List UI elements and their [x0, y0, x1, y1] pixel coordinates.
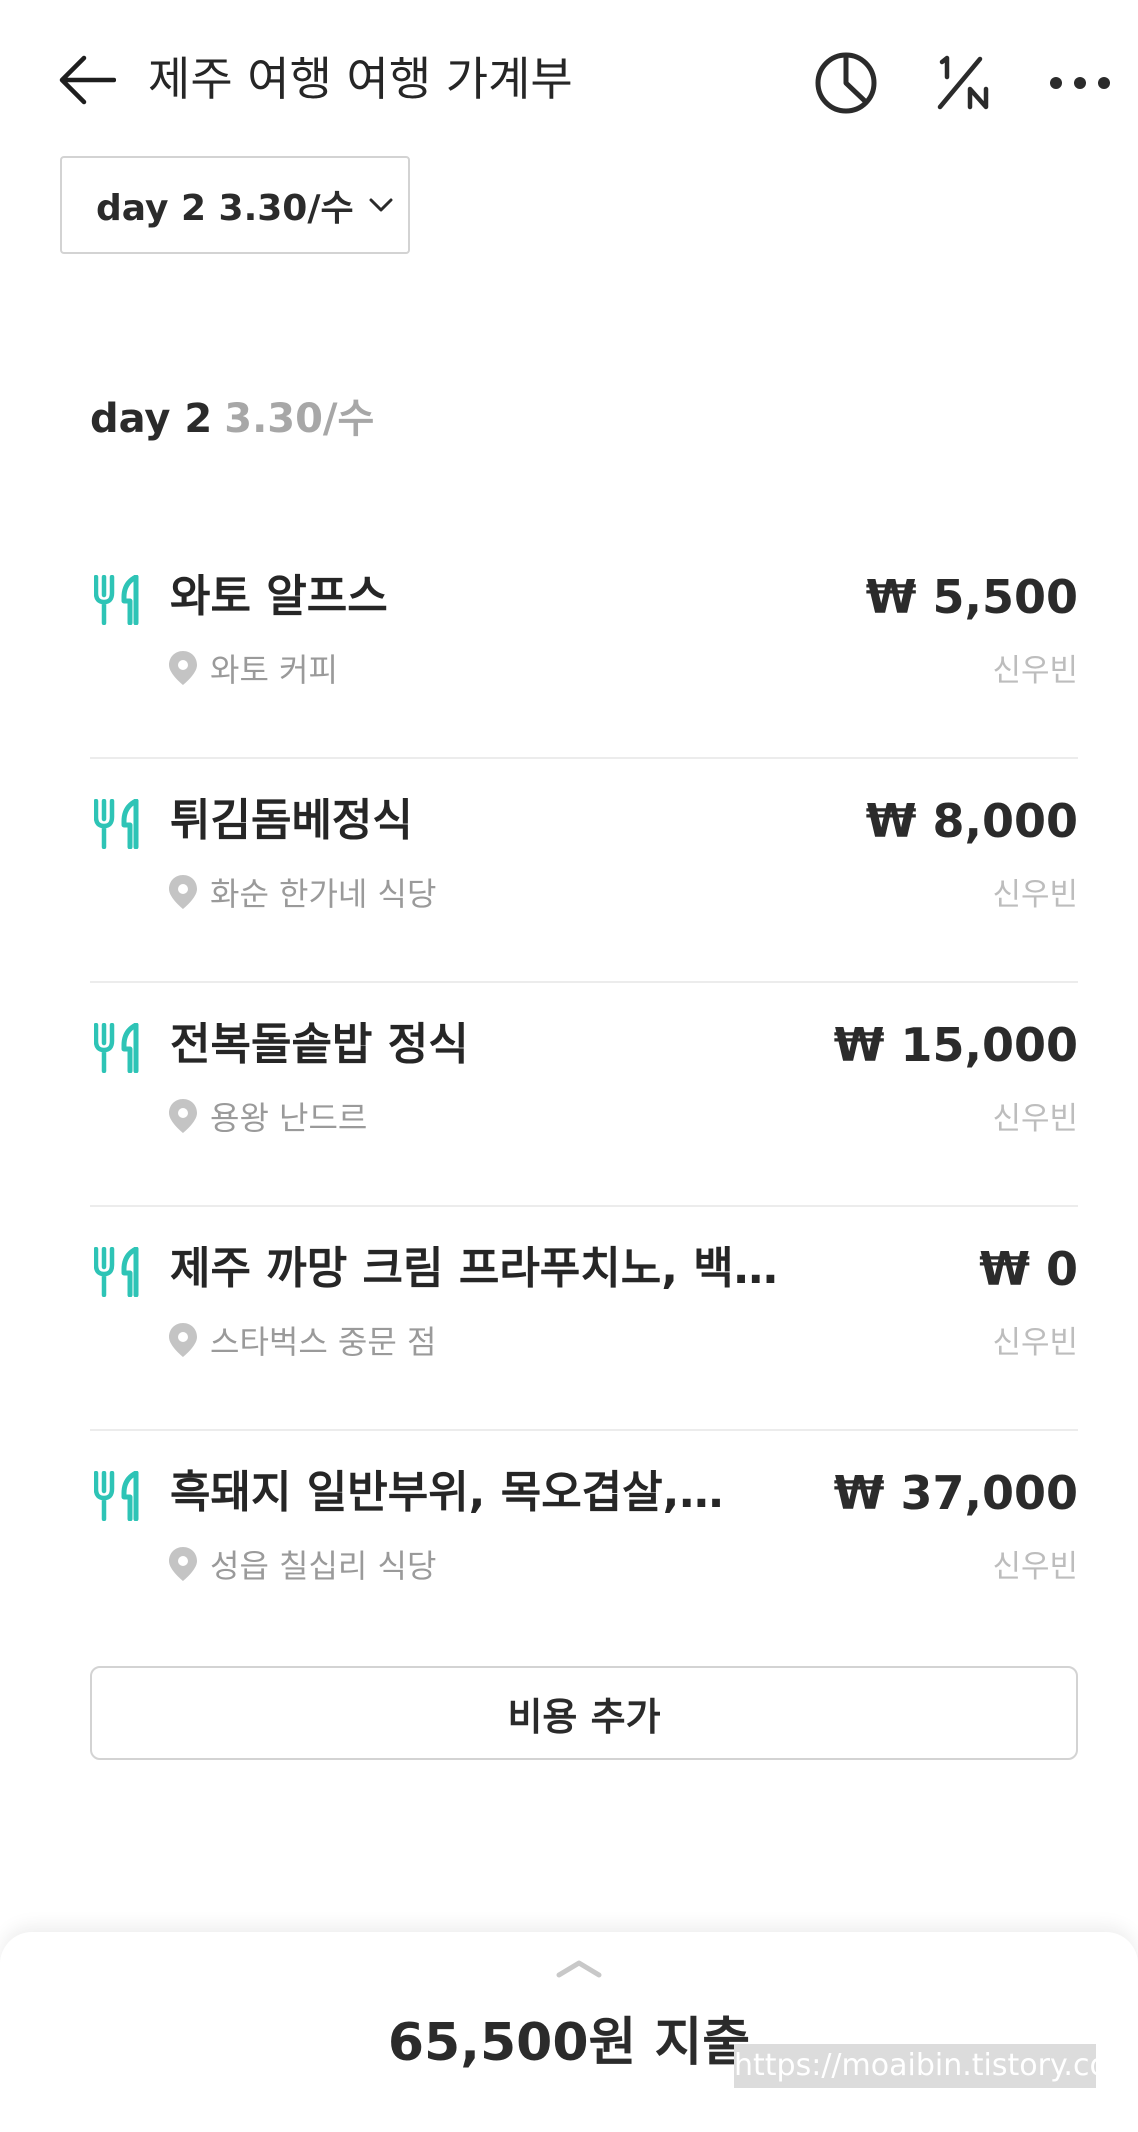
place-name: 와토 커피: [210, 651, 338, 689]
expense-name: 흑돼지 일반부위, 목오겹살, 볶음밥: [170, 1467, 730, 1518]
place-name: 스타벅스 중문 점: [210, 1323, 437, 1361]
expense-item[interactable]: 제주 까망 크림 프라푸치노, 백년초콜릿 크림 프라푸치노 ₩ 0 스타벅스 …: [90, 1207, 1078, 1431]
place-name: 용왕 난드르: [210, 1099, 368, 1137]
chevron-down-icon: [368, 197, 394, 213]
day-select-value: day 2 3.30/수: [96, 188, 354, 229]
location-pin-icon: [168, 650, 198, 686]
expense-amount: ₩ 37,000: [833, 1466, 1078, 1520]
fork-knife-icon: [94, 799, 139, 849]
expense-place: 용왕 난드르: [168, 1093, 367, 1139]
expense-payer: 신우빈: [992, 1549, 1078, 1585]
expense-name: 제주 까망 크림 프라푸치노, 백년초콜릿 크림 프라푸치노: [170, 1243, 810, 1294]
add-expense-button[interactable]: 비용 추가: [90, 1666, 1078, 1760]
expense-payer: 신우빈: [992, 1101, 1078, 1137]
expense-place: 화순 한가네 식당: [168, 869, 436, 915]
expense-item[interactable]: 튀김돔베정식 ₩ 8,000 화순 한가네 식당 신우빈: [90, 759, 1078, 983]
split-bill-button[interactable]: [926, 45, 1002, 121]
location-pin-icon: [168, 874, 198, 910]
location-pin-icon: [168, 1546, 198, 1582]
expense-name: 전복돌솥밥 정식: [170, 1019, 469, 1070]
fork-knife-icon: [94, 1471, 139, 1521]
more-options-button[interactable]: [1042, 45, 1118, 121]
chevron-up-icon: [556, 1960, 602, 1978]
expense-list: 와토 알프스 ₩ 5,500 와토 커피 신우빈 튀김돔베정식 ₩ 8,000: [90, 535, 1078, 1655]
expense-payer: 신우빈: [992, 1325, 1078, 1361]
page-title: 제주 여행 여행 가계부: [148, 52, 573, 106]
expand-sheet-handle[interactable]: [554, 1956, 604, 1980]
expense-amount: ₩ 0: [979, 1242, 1078, 1296]
fork-knife-icon: [94, 575, 139, 625]
more-horizontal-icon: [1050, 77, 1110, 89]
one-over-n-icon: [937, 55, 989, 110]
expense-amount: ₩ 15,000: [833, 1018, 1078, 1072]
expense-item[interactable]: 와토 알프스 ₩ 5,500 와토 커피 신우빈: [90, 535, 1078, 759]
expense-place: 스타벅스 중문 점: [168, 1317, 436, 1363]
expense-ledger-screen: 제주 여행 여행 가계부 day 2 3.30/수 day 2 3.30/수 와…: [0, 0, 1138, 2132]
expense-item[interactable]: 전복돌솥밥 정식 ₩ 15,000 용왕 난드르 신우빈: [90, 983, 1078, 1207]
expense-item[interactable]: 흑돼지 일반부위, 목오겹살, 볶음밥 ₩ 37,000 성읍 칠십리 식당 신…: [90, 1431, 1078, 1655]
day-select-dropdown[interactable]: day 2 3.30/수: [60, 156, 410, 254]
statistics-button[interactable]: [808, 45, 884, 121]
expense-amount: ₩ 5,500: [865, 570, 1078, 624]
app-header: 제주 여행 여행 가계부: [0, 0, 1138, 150]
expense-name: 튀김돔베정식: [170, 795, 413, 846]
watermark: https://moaibin.tistory.com: [734, 2044, 1096, 2088]
fork-knife-icon: [94, 1023, 139, 1073]
expense-amount: ₩ 8,000: [865, 794, 1078, 848]
expense-place: 성읍 칠십리 식당: [168, 1541, 436, 1587]
day-heading: day 2 3.30/수: [90, 386, 374, 444]
expense-place: 와토 커피: [168, 645, 338, 691]
expense-payer: 신우빈: [992, 877, 1078, 913]
location-pin-icon: [168, 1322, 198, 1358]
expense-payer: 신우빈: [992, 653, 1078, 689]
location-pin-icon: [168, 1098, 198, 1134]
day-number: day 2: [90, 396, 213, 442]
back-button[interactable]: [52, 45, 122, 115]
expense-name: 와토 알프스: [170, 571, 388, 622]
day-date: 3.30/수: [224, 396, 375, 442]
pie-chart-icon: [815, 52, 877, 114]
arrow-left-icon: [59, 55, 116, 105]
fork-knife-icon: [94, 1247, 139, 1297]
summary-bottom-sheet[interactable]: 65,500원 지출 https://moaibin.tistory.com: [0, 1932, 1138, 2132]
place-name: 성읍 칠십리 식당: [210, 1547, 437, 1585]
place-name: 화순 한가네 식당: [210, 875, 437, 913]
